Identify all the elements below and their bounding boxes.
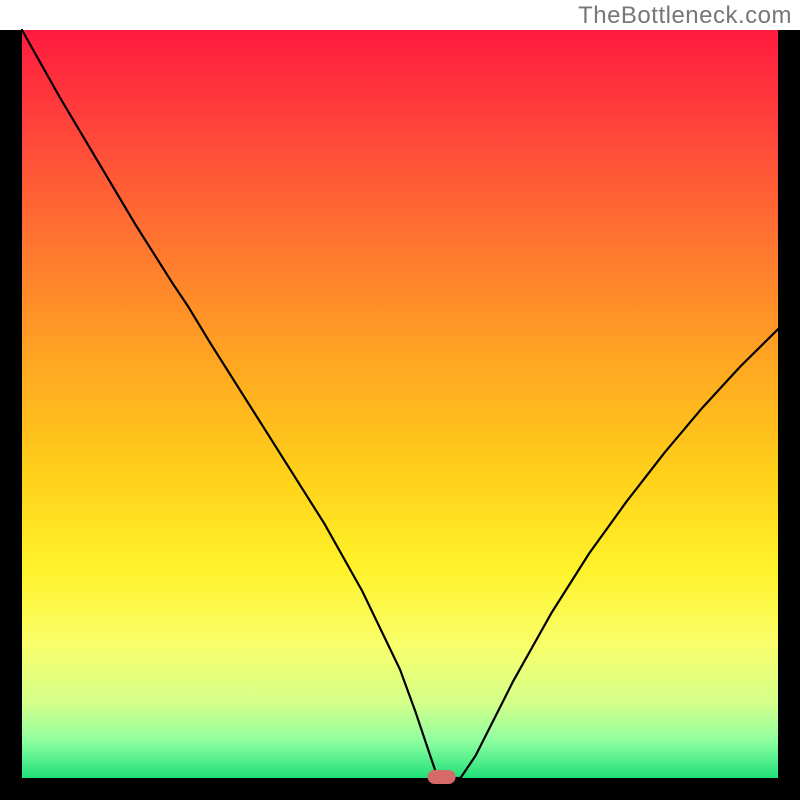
bottleneck-chart: TheBottleneck.com (0, 0, 800, 800)
chart-canvas (0, 0, 800, 800)
